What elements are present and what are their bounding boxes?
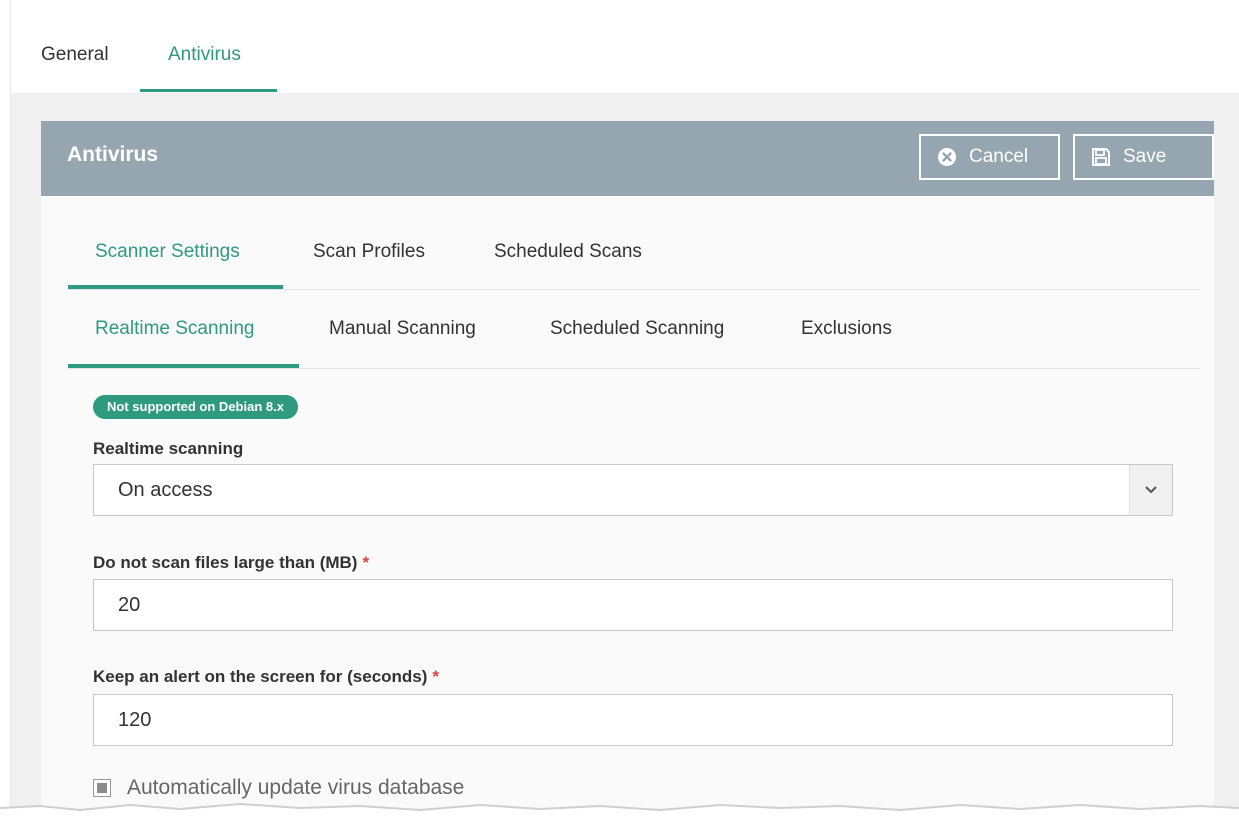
close-circle-icon — [937, 147, 957, 167]
chevron-down-icon[interactable] — [1129, 465, 1172, 515]
tab-exclusions[interactable]: Exclusions — [801, 318, 892, 340]
realtime-scanning-select[interactable]: On access — [93, 464, 1173, 516]
tab-scheduled-scanning[interactable]: Scheduled Scanning — [550, 318, 724, 340]
alert-duration-input[interactable]: 120 — [93, 694, 1173, 746]
save-button[interactable]: Save — [1073, 134, 1214, 180]
auto-update-checkbox[interactable] — [93, 779, 111, 797]
scanning-tab-bar: Realtime Scanning Manual Scanning Schedu… — [68, 290, 1200, 369]
alert-duration-value: 120 — [118, 708, 152, 731]
tab-scheduled-scans[interactable]: Scheduled Scans — [494, 241, 642, 263]
save-button-label: Save — [1123, 146, 1167, 167]
max-file-size-label: Do not scan files large than (MB) * — [93, 553, 369, 573]
tab-manual-scanning[interactable]: Manual Scanning — [329, 318, 476, 340]
tab-antivirus[interactable]: Antivirus — [168, 44, 241, 66]
tab-scan-profiles[interactable]: Scan Profiles — [313, 241, 425, 263]
required-marker: * — [432, 667, 440, 686]
alert-duration-label-text: Keep an alert on the screen for (seconds… — [93, 667, 428, 686]
cancel-button[interactable]: Cancel — [919, 134, 1060, 180]
unsupported-badge: Not supported on Debian 8.x — [93, 395, 298, 419]
realtime-scanning-label-text: Realtime scanning — [93, 439, 244, 458]
settings-tab-bar: Scanner Settings Scan Profiles Scheduled… — [68, 196, 1200, 290]
tab-realtime-scanning[interactable]: Realtime Scanning — [95, 318, 254, 340]
max-file-size-input[interactable]: 20 — [93, 579, 1173, 631]
required-marker: * — [362, 553, 370, 572]
realtime-scanning-label: Realtime scanning — [93, 439, 243, 459]
panel-header: Antivirus Cancel Save — [41, 121, 1214, 196]
realtime-scanning-value: On access — [118, 478, 213, 501]
tab-general[interactable]: General — [41, 44, 109, 66]
floppy-disk-icon — [1091, 147, 1111, 167]
cancel-button-label: Cancel — [969, 146, 1029, 167]
panel-title: Antivirus — [67, 143, 159, 166]
active-tab-indicator — [68, 364, 299, 368]
torn-edge-decoration — [0, 802, 1239, 828]
alert-duration-label: Keep an alert on the screen for (seconds… — [93, 667, 439, 687]
active-tab-indicator — [68, 285, 283, 289]
active-tab-indicator — [140, 89, 277, 92]
max-file-size-label-text: Do not scan files large than (MB) — [93, 553, 358, 572]
max-file-size-value: 20 — [118, 593, 141, 616]
top-tab-bar: General Antivirus — [11, 0, 1239, 94]
tab-scanner-settings[interactable]: Scanner Settings — [95, 241, 240, 263]
